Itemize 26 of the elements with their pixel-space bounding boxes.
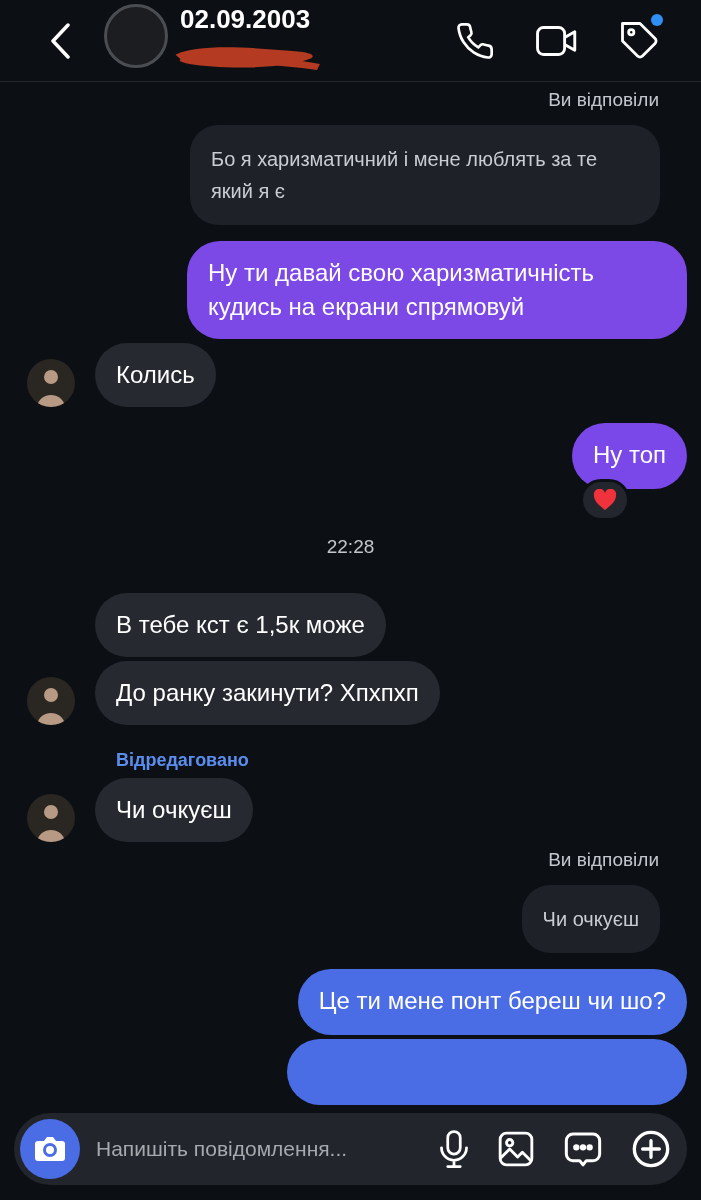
avatar xyxy=(27,358,75,407)
timestamp: 22:28 xyxy=(326,534,375,559)
edited-label: Відредаговано xyxy=(116,749,249,772)
received-message: До ранку закинути? Хпхпхп xyxy=(95,661,440,725)
received-message: Колись xyxy=(95,342,216,407)
avatar xyxy=(27,677,75,725)
plus-icon[interactable] xyxy=(631,1129,671,1169)
back-icon[interactable] xyxy=(50,22,72,59)
received-message: В тебе кст є 1,5к може xyxy=(95,593,386,657)
reply-label: Ви відповіли xyxy=(548,848,659,872)
camera-button[interactable] xyxy=(20,1119,80,1179)
message-input[interactable]: Напишіть повідомлення... xyxy=(96,1133,396,1165)
quoted-message: Бо я харизматичний і мене люблять за те який я є xyxy=(190,124,660,225)
heart-icon xyxy=(592,488,617,511)
reply-label: Ви відповіли xyxy=(548,88,659,112)
image-icon[interactable] xyxy=(497,1130,535,1168)
sent-message: Ну ти давай свою харизматичність кудись на екрани спрямовуй xyxy=(187,240,687,339)
sent-message: Ну топ xyxy=(571,422,687,489)
chat-title: 02.09.2003 xyxy=(180,3,311,36)
avatar xyxy=(27,794,75,842)
phone-icon[interactable] xyxy=(455,20,495,61)
camera-icon xyxy=(34,1135,66,1163)
microphone-icon[interactable] xyxy=(439,1129,469,1169)
received-message: Чи очкуєш xyxy=(95,778,253,842)
sent-message: Це ти мене понт береш чи шо? xyxy=(297,968,687,1035)
quoted-message: Чи очкуєш xyxy=(521,884,660,953)
